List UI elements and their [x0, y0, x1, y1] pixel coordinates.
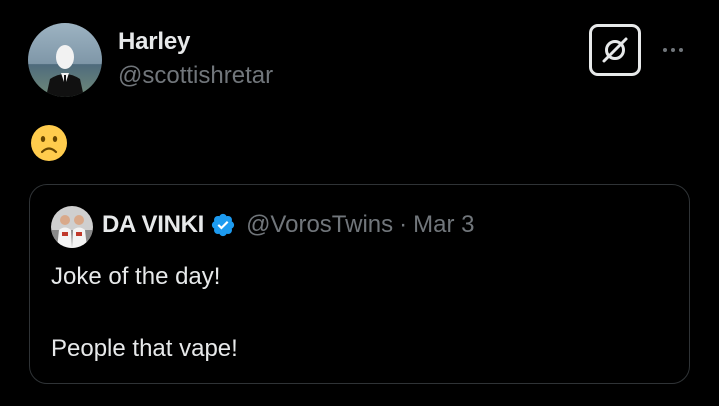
quoted-post-text-line: Joke of the day!: [51, 263, 221, 290]
quoted-post-header: DA VINKI @VorosTwins · Mar 3: [102, 210, 475, 240]
post-view: Harley @scottishretar DA VINKI @VorosTwi…: [0, 0, 719, 406]
author-handle[interactable]: @scottishretar: [118, 61, 273, 91]
more-dots-icon: [663, 48, 667, 52]
quoted-post-card[interactable]: DA VINKI @VorosTwins · Mar 3 Joke of the…: [29, 184, 690, 384]
slightly-frowning-face-icon: [31, 125, 67, 161]
post-body-emoji: [30, 124, 68, 162]
more-dots-icon: [671, 48, 675, 52]
quoted-author-handle[interactable]: @VorosTwins: [246, 210, 393, 240]
verified-badge-icon: [211, 213, 235, 237]
quoted-post-date[interactable]: Mar 3: [413, 210, 474, 240]
more-options-button[interactable]: [655, 36, 691, 64]
quoted-author-display-name[interactable]: DA VINKI: [102, 210, 204, 240]
author-avatar[interactable]: [28, 23, 102, 97]
author-display-name[interactable]: Harley: [118, 27, 273, 57]
grok-icon: [602, 37, 628, 63]
quoted-post-text-line: People that vape!: [51, 335, 238, 362]
quoted-author-avatar[interactable]: [51, 206, 93, 248]
header-separator: ·: [399, 211, 408, 238]
avatar-image: [51, 206, 93, 248]
avatar-image: [28, 23, 102, 97]
author-info: Harley @scottishretar: [118, 27, 273, 91]
more-dots-icon: [679, 48, 683, 52]
quoted-post-text: Joke of the day! People that vape!: [51, 259, 238, 367]
quoted-post-text-line: [51, 295, 238, 331]
grok-button[interactable]: [589, 24, 641, 76]
